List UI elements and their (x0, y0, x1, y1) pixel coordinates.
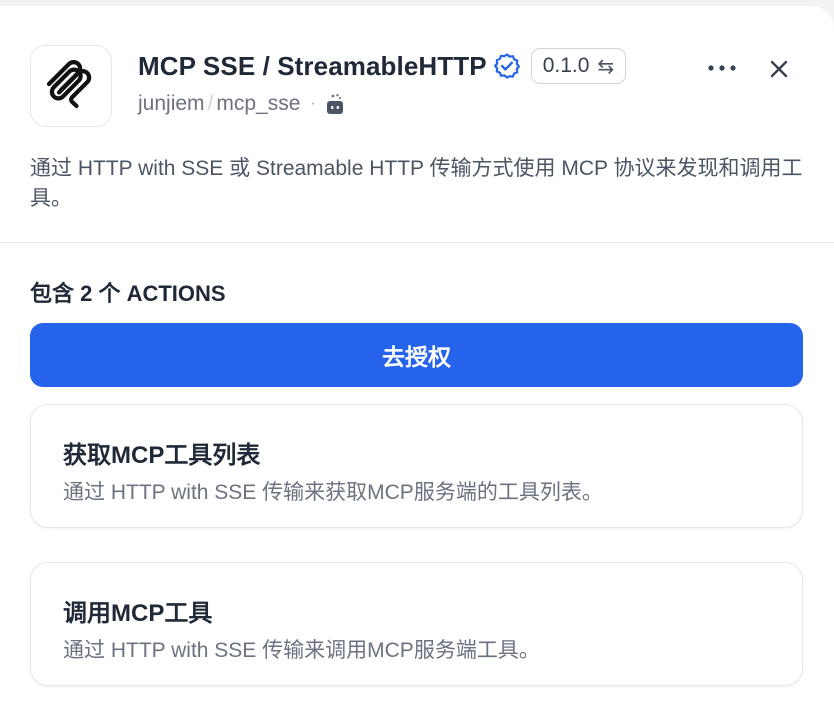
action-title: 调用MCP工具 (63, 600, 213, 627)
close-icon (770, 60, 788, 78)
plugin-owner[interactable]: junjiem (138, 92, 205, 116)
plugin-source-row: junjiem / mcp_sse · (138, 90, 345, 118)
action-card[interactable]: 获取MCP工具列表 通过 HTTP with SSE 传输来获取MCP服务端的工… (30, 404, 803, 528)
plugin-title: MCP SSE / StreamableHTTP (138, 50, 487, 81)
action-description: 通过 HTTP with SSE 传输来获取MCP服务端的工具列表。 (63, 481, 603, 504)
header-title-row: MCP SSE / StreamableHTTP 0.1.0 ⇆ (138, 46, 627, 86)
plugin-logo (30, 45, 112, 127)
action-card[interactable]: 调用MCP工具 通过 HTTP with SSE 传输来调用MCP服务端工具。 (30, 562, 803, 686)
version-label: 0.1.0 (542, 54, 590, 77)
close-button[interactable] (766, 56, 792, 82)
switch-arrows-icon: ⇆ (597, 55, 615, 78)
plugin-description: 通过 HTTP with SSE 或 Streamable HTTP 传输方式使… (30, 157, 803, 210)
section-divider (0, 242, 834, 243)
action-title: 获取MCP工具列表 (63, 442, 261, 469)
plugin-repo[interactable]: mcp_sse (216, 92, 300, 116)
verified-badge-icon (493, 53, 520, 79)
action-description: 通过 HTTP with SSE 传输来调用MCP服务端工具。 (63, 639, 540, 662)
version-switcher[interactable]: 0.1.0 ⇆ (530, 48, 627, 84)
actions-count-heading: 包含 2 个 ACTIONS (30, 281, 226, 306)
path-separator: / (207, 92, 214, 115)
mcp-logo-icon (46, 60, 92, 109)
separator-dot: · (310, 95, 316, 112)
plugin-bot-icon (326, 94, 343, 114)
plugin-detail-panel: MCP SSE / StreamableHTTP 0.1.0 ⇆ junjiem… (0, 6, 834, 706)
authorize-button[interactable]: 去授权 (30, 323, 803, 387)
more-dots-icon (708, 65, 736, 71)
more-options-button[interactable] (704, 56, 740, 80)
